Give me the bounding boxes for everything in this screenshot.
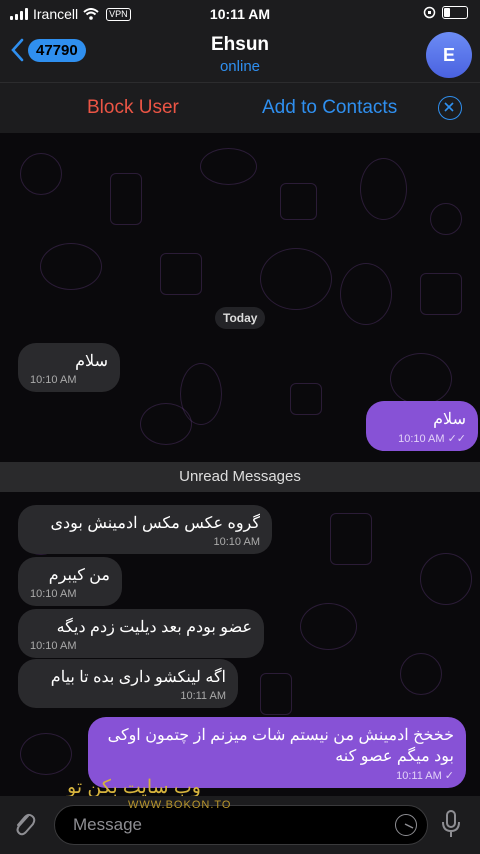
message-time: 10:10 AM (30, 640, 77, 652)
close-icon[interactable] (438, 96, 462, 120)
message-meta: 10:10 AM ✓✓ (378, 432, 466, 445)
microphone-button[interactable] (440, 809, 462, 844)
chat-header: 47790 Ehsun online E (0, 28, 480, 82)
message-time: 10:10 AM (30, 588, 77, 600)
message-input[interactable] (71, 814, 375, 836)
message-incoming[interactable]: اگه لینکشو داری بده تا بیام 10:11 AM (18, 659, 238, 708)
message-text: گروه عکس مکس ادمینش بودی (50, 515, 260, 532)
message-time: 10:10 AM (213, 536, 260, 548)
message-incoming[interactable]: گروه عکس مکس ادمینش بودی 10:10 AM (18, 505, 272, 554)
message-time: 10:10 AM (30, 374, 77, 386)
block-user-button[interactable]: Block User (87, 97, 179, 119)
message-incoming[interactable]: عضو بودم بعد دیلیت زدم دیگه 10:10 AM (18, 609, 264, 658)
message-text: من کیبرم (48, 567, 110, 584)
avatar[interactable]: E (426, 32, 472, 78)
message-incoming[interactable]: من کیبرم 10:10 AM (18, 557, 122, 606)
battery-icon (442, 6, 468, 19)
message-text: سلام (75, 353, 108, 370)
status-right (423, 6, 468, 19)
attach-button[interactable] (12, 810, 36, 845)
message-outgoing[interactable]: سلام 10:10 AM ✓✓ (366, 401, 478, 451)
paperclip-icon (16, 813, 36, 836)
contact-name[interactable]: Ehsun (0, 34, 480, 56)
contact-status: online (219, 58, 261, 75)
watermark-url: WWW.BOKON.TO (128, 799, 232, 811)
sent-checkmark-icon: ✓ (444, 770, 454, 782)
message-time: 10:10 AM (398, 433, 445, 445)
avatar-letter: E (442, 44, 455, 65)
message-incoming[interactable]: سلام 10:10 AM (18, 343, 120, 392)
orientation-lock-icon (423, 6, 436, 19)
message-text: عضو بودم بعد دیلیت زدم دیگه (56, 619, 252, 636)
message-time: 10:11 AM (180, 690, 226, 702)
add-to-contacts-button[interactable]: Add to Contacts (262, 97, 397, 119)
date-separator: Today (215, 307, 266, 329)
sticker-icon[interactable] (395, 814, 417, 836)
message-text: اگه لینکشو داری بده تا بیام (50, 669, 226, 686)
contact-action-bar: Block User Add to Contacts (0, 82, 480, 134)
unread-messages-divider: Unread Messages (0, 462, 480, 492)
message-field[interactable] (54, 805, 428, 845)
status-bar: Irancell VPN 10:11 AM (0, 0, 480, 28)
message-input-bar (0, 796, 480, 854)
message-time: 10:11 AM (396, 770, 442, 782)
read-checkmarks-icon: ✓✓ (447, 433, 466, 445)
message-text: سلام (433, 411, 466, 428)
status-time: 10:11 AM (209, 6, 271, 22)
chat-area[interactable]: Today سلام 10:10 AM سلام 10:10 AM ✓✓ Unre… (0, 133, 480, 796)
microphone-icon (442, 810, 460, 837)
message-text: خخخخ ادمینش من نیستم شات میزنم از چتمون … (107, 727, 454, 765)
